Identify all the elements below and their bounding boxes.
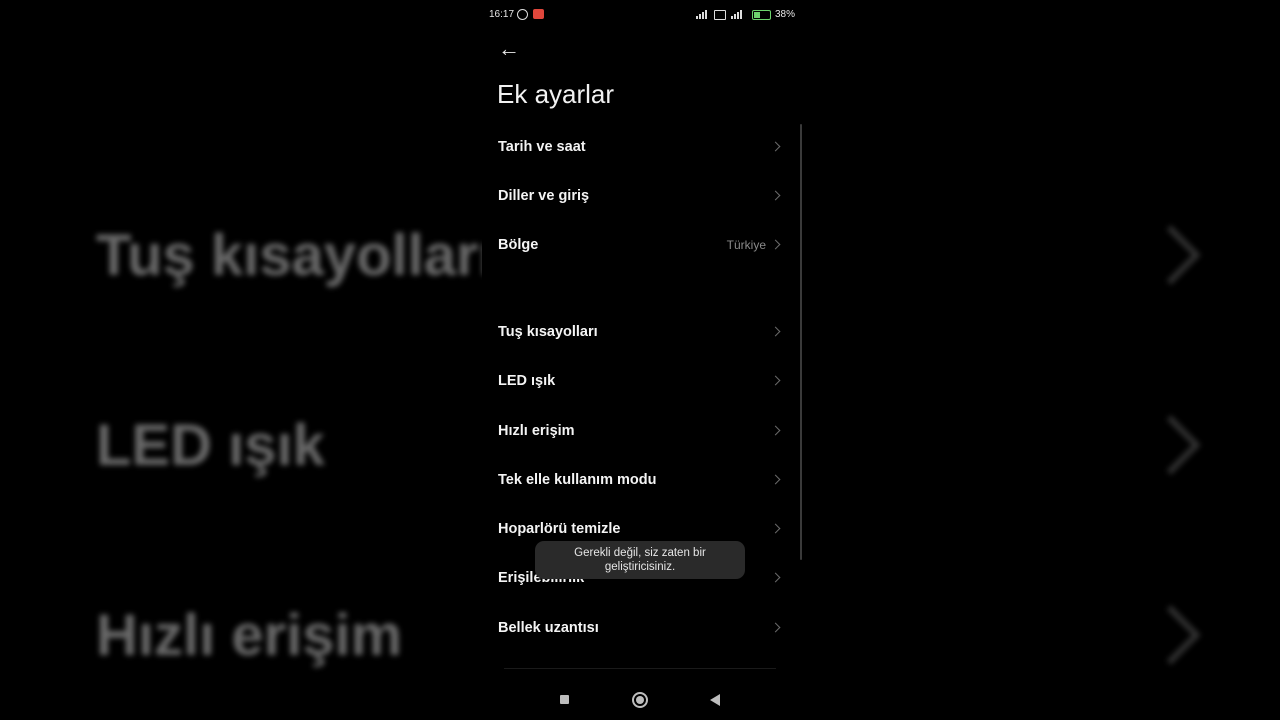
battery-percent: 38%: [775, 9, 796, 20]
battery-icon: [752, 10, 771, 20]
divider: [504, 668, 776, 669]
bg-label-key-shortcuts: Tuş kısayolları: [96, 223, 495, 288]
triangle-back-icon[interactable]: [710, 694, 720, 706]
bg-label-quick-access: Hızlı erişim: [96, 603, 403, 668]
chevron-right-icon: [770, 622, 781, 633]
status-time: 16:17: [489, 9, 515, 20]
bg-chevron-icon: [1141, 225, 1201, 285]
settings-item-key-shortcuts[interactable]: Tuş kısayolları: [498, 312, 782, 352]
settings-item-label: Bölge: [498, 237, 539, 253]
settings-item-label: Tarih ve saat: [498, 139, 586, 155]
arrow-left-icon[interactable]: ←: [498, 38, 520, 60]
screen: Tuş kısayolları LED ışık Hızlı erişim 16…: [0, 0, 1280, 720]
settings-item-region[interactable]: Bölge Türkiye: [498, 225, 782, 265]
settings-item-label: Tek elle kullanım modu: [498, 472, 657, 488]
region-value: Türkiye: [726, 238, 766, 252]
settings-item-label: Diller ve giriş: [498, 188, 590, 204]
status-bar: 16:17 38%: [482, 6, 798, 24]
settings-item-date-time[interactable]: Tarih ve saat: [498, 127, 782, 167]
signal-icon: [696, 10, 712, 19]
chevron-right-icon: [770, 375, 781, 386]
settings-item-quick-access[interactable]: Hızlı erişim: [498, 411, 782, 451]
bg-label-led: LED ışık: [96, 413, 325, 478]
alarm-icon: [517, 9, 528, 20]
settings-item-languages-input[interactable]: Diller ve giriş: [498, 176, 782, 216]
chevron-right-icon: [770, 474, 781, 485]
chevron-right-icon: [770, 239, 781, 250]
bg-chevron-icon: [1141, 415, 1201, 475]
volte-icon: [714, 10, 726, 20]
settings-item-label: Bellek uzantısı: [498, 620, 599, 636]
settings-item-label: Hızlı erişim: [498, 423, 575, 439]
settings-item-label: Tuş kısayolları: [498, 324, 598, 340]
square-icon[interactable]: [560, 695, 569, 704]
settings-item-label: Hoparlörü temizle: [498, 521, 621, 537]
bg-chevron-icon: [1141, 605, 1201, 665]
toast-line-2: geliştiricisiniz.: [604, 561, 676, 573]
chevron-right-icon: [770, 190, 781, 201]
scrollbar[interactable]: [800, 124, 802, 560]
phone-screen: 16:17 38% ← Ek ayarlar Tarih ve saat Dil…: [482, 0, 802, 720]
chevron-right-icon: [770, 523, 781, 534]
navigation-bar: [482, 688, 798, 712]
circle-icon[interactable]: [632, 692, 648, 708]
settings-item-one-handed-mode[interactable]: Tek elle kullanım modu: [498, 460, 782, 500]
chevron-right-icon: [770, 572, 781, 583]
signal-icon: [731, 10, 747, 19]
settings-item-label: LED ışık: [498, 373, 556, 389]
settings-item-led-light[interactable]: LED ışık: [498, 361, 782, 401]
chevron-right-icon: [770, 425, 781, 436]
app-notification-icon: [533, 9, 544, 19]
toast-line-1: Gerekli değil, siz zaten bir: [574, 547, 706, 559]
toast-message: Gerekli değil, siz zaten bir geliştirici…: [535, 541, 745, 579]
chevron-right-icon: [770, 326, 781, 337]
chevron-right-icon: [770, 141, 781, 152]
page-title: Ek ayarlar: [497, 79, 615, 109]
settings-item-memory-extension[interactable]: Bellek uzantısı: [498, 608, 782, 648]
